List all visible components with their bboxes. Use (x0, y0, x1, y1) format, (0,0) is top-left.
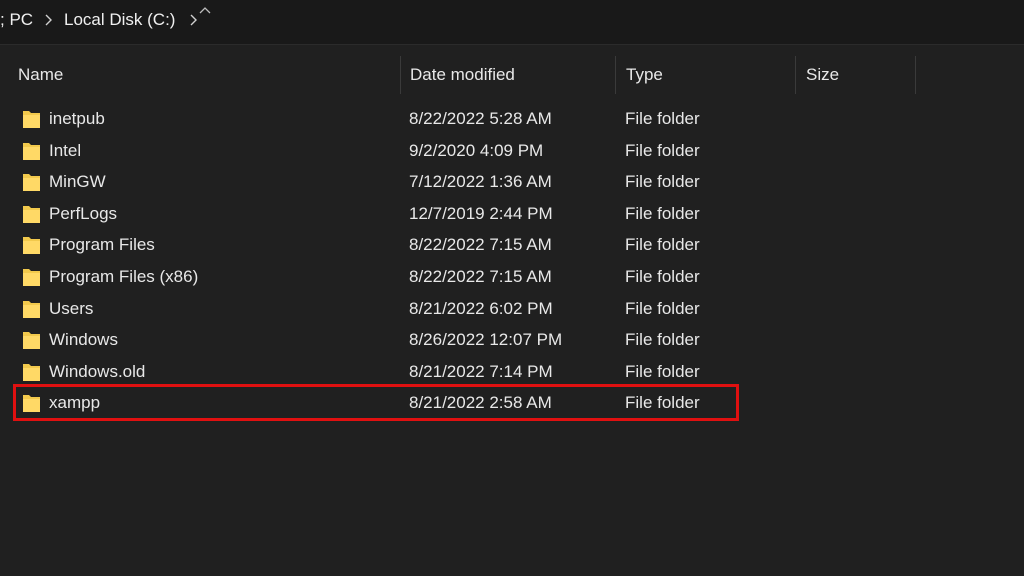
folder-icon (22, 203, 41, 224)
column-type[interactable]: Type (626, 50, 663, 94)
list-item-highlighted[interactable]: xampp 8/21/2022 2:58 AM File folder (13, 384, 739, 422)
file-type: File folder (625, 203, 700, 223)
file-type: File folder (625, 298, 700, 318)
file-name: inetpub (49, 109, 105, 128)
list-item[interactable]: Program Files (x86) 8/22/2022 7:15 AM Fi… (16, 261, 736, 292)
column-header: Name Date modified Type Size (0, 50, 1024, 98)
folder-icon (22, 108, 41, 129)
file-type: File folder (625, 140, 700, 160)
column-divider[interactable] (795, 56, 796, 94)
file-name: Windows.old (49, 361, 146, 381)
folder-icon (22, 329, 41, 350)
chevron-right-icon[interactable] (44, 10, 53, 34)
file-explorer-window: ; PC Local Disk (C:) Name Date modified … (0, 0, 1024, 576)
column-divider[interactable] (615, 56, 616, 94)
list-item[interactable]: inetpub 8/22/2022 5:28 AM File folder (16, 103, 736, 134)
list-item[interactable]: Intel 9/2/2020 4:09 PM File folder (16, 135, 736, 166)
column-date-modified[interactable]: Date modified (410, 50, 515, 94)
list-item[interactable]: Windows.old 8/21/2022 7:14 PM File folde… (16, 356, 736, 387)
folder-icon (22, 234, 41, 255)
file-type: File folder (625, 267, 700, 286)
folder-icon (22, 298, 41, 319)
file-date-modified: 8/22/2022 7:15 AM (409, 267, 552, 286)
file-date-modified: 7/12/2022 1:36 AM (409, 172, 552, 192)
list-item[interactable]: Users 8/21/2022 6:02 PM File folder (16, 293, 736, 324)
file-type: File folder (625, 330, 700, 350)
folder-icon (22, 361, 41, 382)
address-bar[interactable]: ; PC Local Disk (C:) (0, 0, 1024, 45)
list-item[interactable]: Program Files 8/22/2022 7:15 AM File fol… (16, 229, 736, 260)
file-type: File folder (625, 172, 700, 192)
file-type: File folder (625, 235, 700, 255)
file-type: File folder (625, 109, 700, 128)
folder-icon (22, 171, 41, 192)
breadcrumb-this-pc[interactable]: ; PC (0, 10, 33, 30)
breadcrumb-local-disk[interactable]: Local Disk (C:) (64, 10, 175, 30)
file-date-modified: 8/21/2022 7:14 PM (409, 361, 553, 381)
folder-icon (22, 392, 41, 413)
file-name: Windows (49, 330, 118, 350)
list-item[interactable]: MinGW 7/12/2022 1:36 AM File folder (16, 166, 736, 197)
file-date-modified: 8/26/2022 12:07 PM (409, 330, 563, 350)
file-date-modified: 8/21/2022 6:02 PM (409, 298, 553, 318)
file-date-modified: 8/21/2022 2:58 AM (409, 393, 552, 413)
column-size[interactable]: Size (806, 50, 839, 94)
list-item[interactable]: Windows 8/26/2022 12:07 PM File folder (16, 324, 736, 355)
list-item[interactable]: PerfLogs 12/7/2019 2:44 PM File folder (16, 198, 736, 229)
file-name: PerfLogs (49, 203, 118, 223)
file-name: xampp (49, 393, 101, 413)
file-name: MinGW (49, 172, 106, 192)
file-date-modified: 8/22/2022 7:15 AM (409, 235, 552, 255)
folder-icon (22, 140, 41, 161)
file-name: Program Files (x86) (49, 267, 199, 286)
file-date-modified: 9/2/2020 4:09 PM (409, 140, 544, 160)
column-name[interactable]: Name (18, 50, 63, 94)
file-date-modified: 12/7/2019 2:44 PM (409, 203, 553, 223)
file-type: File folder (625, 393, 700, 413)
column-divider[interactable] (915, 56, 916, 94)
folder-icon (22, 266, 41, 287)
file-date-modified: 8/22/2022 5:28 AM (409, 109, 552, 128)
chevron-right-icon[interactable] (189, 10, 198, 34)
file-name: Users (49, 298, 94, 318)
chevron-up-icon (198, 7, 212, 60)
column-divider[interactable] (400, 56, 401, 94)
file-type: File folder (625, 361, 700, 381)
file-name: Intel (49, 140, 82, 160)
file-name: Program Files (49, 235, 155, 255)
